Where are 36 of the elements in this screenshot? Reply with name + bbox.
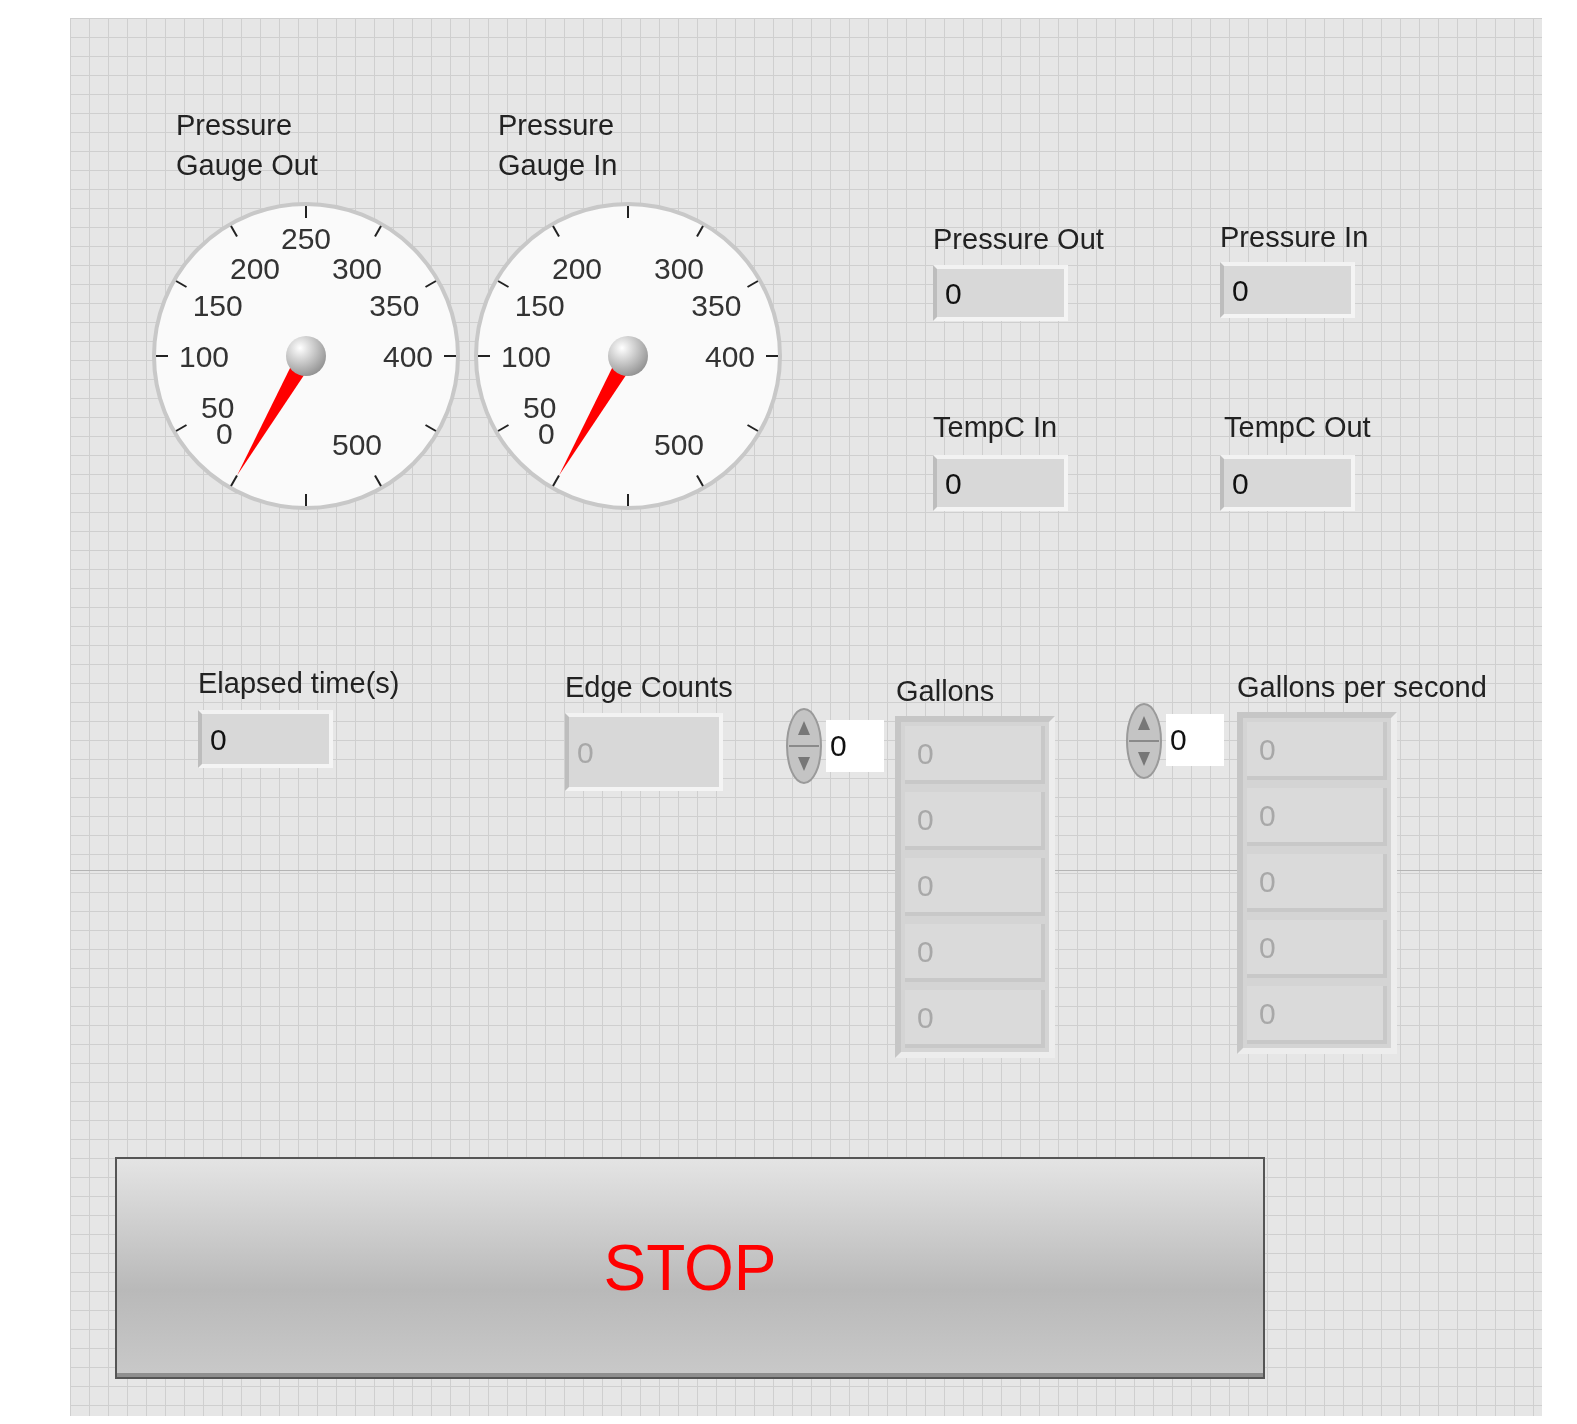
array-label: Gallons bbox=[896, 674, 995, 708]
scale-label: 100 bbox=[178, 340, 230, 373]
scale-label: 200 bbox=[229, 251, 281, 285]
numeric-indicator: 0 bbox=[1220, 455, 1355, 511]
scale-label: 350 bbox=[369, 289, 420, 322]
scale-label: 500 bbox=[331, 428, 383, 462]
numeric-indicator: 0 bbox=[198, 710, 333, 768]
numeric-indicator: 0 bbox=[933, 455, 1068, 511]
indicator-label: Pressure In bbox=[1220, 220, 1369, 254]
gauge-label: Pressure Gauge Out bbox=[176, 108, 319, 183]
scale-label: 300 bbox=[331, 251, 383, 285]
indicator-label: Elapsed time(s) bbox=[198, 666, 400, 700]
scale-label: 400 bbox=[704, 340, 756, 373]
array-label: Gallons per second bbox=[1237, 670, 1487, 704]
scale-label: 150 bbox=[514, 289, 565, 322]
scale-label: 400 bbox=[382, 340, 434, 373]
indicator-label: TempC In bbox=[933, 410, 1058, 444]
index-field[interactable]: 0 bbox=[1166, 714, 1224, 766]
indicator-label: Edge Counts bbox=[565, 670, 733, 704]
spinner-icon[interactable] bbox=[785, 707, 823, 785]
scale-label: 150 bbox=[192, 289, 243, 322]
indicator-label: Pressure Out bbox=[933, 222, 1104, 256]
spinner-icon[interactable] bbox=[1125, 702, 1163, 780]
scale-label: 250 bbox=[280, 222, 332, 255]
scale-label: 50 bbox=[523, 391, 557, 424]
scale-label: 350 bbox=[691, 289, 742, 322]
scale-label: 100 bbox=[500, 340, 552, 373]
scale-label: 300 bbox=[653, 251, 705, 285]
gauge-label: Pressure Gauge In bbox=[498, 108, 619, 183]
numeric-indicator: 0 bbox=[933, 265, 1068, 321]
scale-label: 200 bbox=[551, 251, 603, 285]
indicator-label: TempC Out bbox=[1224, 410, 1371, 444]
scale-label: 500 bbox=[653, 428, 705, 462]
scale-label: 50 bbox=[201, 391, 235, 424]
numeric-indicator: 0 bbox=[1220, 262, 1355, 318]
index-field[interactable]: 0 bbox=[826, 720, 884, 772]
